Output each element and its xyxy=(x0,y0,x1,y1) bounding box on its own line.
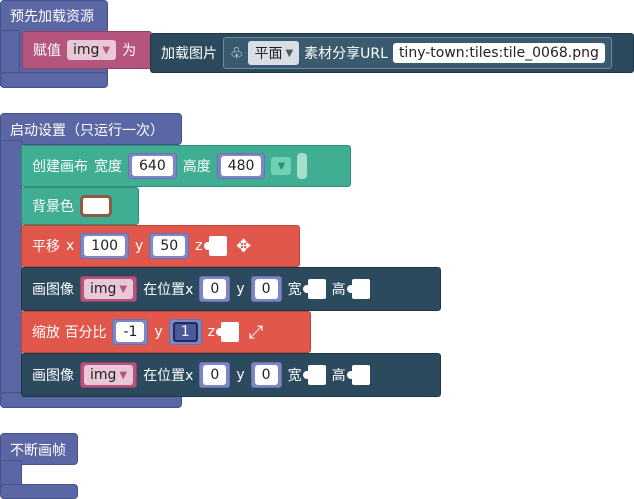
image-var-dropdown[interactable]: img ▼ xyxy=(84,365,134,385)
height-short-label: 高 xyxy=(331,282,346,298)
translate-x-slot[interactable]: 100 xyxy=(80,233,130,259)
color-swatch[interactable] xyxy=(80,195,112,217)
translate-label: 平移 xyxy=(32,239,60,255)
preload-hat-foot xyxy=(0,72,108,88)
var-dropdown[interactable]: img ▼ xyxy=(67,40,117,60)
empty-z-slot[interactable] xyxy=(203,236,227,256)
var-name: img xyxy=(73,42,100,58)
as-label: 为 xyxy=(122,43,137,59)
preload-hat-label: 预先加载资源 xyxy=(10,9,94,25)
width-input[interactable]: 640 xyxy=(132,156,173,176)
y-label: y xyxy=(154,324,163,340)
setup-hat-body xyxy=(0,140,22,402)
move-arrows-icon[interactable]: ✥ xyxy=(233,236,255,257)
renderer-slot[interactable] xyxy=(297,153,308,179)
pos-y-input[interactable]: 0 xyxy=(254,279,278,299)
tile-mode-dropdown[interactable]: 平面 ▼ xyxy=(248,41,300,65)
chevron-down-icon: ▼ xyxy=(102,44,111,56)
setup-hat-label: 启动设置（只运行一次） xyxy=(10,123,164,139)
draw-image-block-2[interactable]: 画图像 img ▼ 在位置x 0 y 0 宽 高 xyxy=(21,353,441,397)
image-var-name: img xyxy=(90,281,117,297)
translate-y-input[interactable]: 50 xyxy=(153,236,186,256)
load-image-label: 加载图片 xyxy=(161,46,217,62)
scale-label: 缩放 百分比 xyxy=(32,325,107,341)
y-label: y xyxy=(236,367,245,383)
draw-image-block-1[interactable]: 画图像 img ▼ 在位置x 0 y 0 宽 高 xyxy=(21,267,441,311)
image-var-name: img xyxy=(90,367,117,383)
scale-x-input[interactable]: -1 xyxy=(116,322,145,342)
pos-x-input[interactable]: 0 xyxy=(203,365,227,385)
loop-hat-foot xyxy=(0,484,78,499)
empty-height-slot[interactable] xyxy=(346,279,370,299)
empty-width-slot[interactable] xyxy=(302,365,326,385)
z-label: z xyxy=(195,238,203,254)
z-label: z xyxy=(207,324,215,340)
at-position-label: 在位置x xyxy=(143,368,194,384)
empty-z-slot[interactable] xyxy=(216,322,239,342)
scale-block[interactable]: 缩放 百分比 -1 y 1 z ⤢ xyxy=(21,311,311,353)
tile-mode-value: 平面 xyxy=(254,46,283,62)
translate-x-input[interactable]: 100 xyxy=(84,236,126,256)
pos-y-slot[interactable]: 0 xyxy=(250,276,282,302)
chevron-down-icon: ▼ xyxy=(119,283,128,295)
scale-y-input[interactable]: 1 xyxy=(172,322,198,342)
scale-x-slot[interactable]: -1 xyxy=(112,319,149,345)
pos-x-slot[interactable]: 0 xyxy=(199,362,231,388)
image-var-slot[interactable]: img ▼ xyxy=(80,362,138,388)
y-label: y xyxy=(236,281,245,297)
material-url-slot[interactable]: ♧ 平面 ▼ 素材分享URL tiny-town:tiles:tile_0068… xyxy=(223,37,612,69)
assign-block[interactable]: 赋值 img ▼ 为 xyxy=(22,31,152,69)
empty-height-slot[interactable] xyxy=(346,365,370,385)
assign-label: 赋值 xyxy=(33,43,61,59)
chevron-down-icon: ▼ xyxy=(285,47,294,59)
translate-y-slot[interactable]: 50 xyxy=(149,233,190,259)
material-label: 素材分享URL xyxy=(304,46,388,62)
create-canvas-block[interactable]: 创建画布 宽度 640 高度 480 ▼ xyxy=(21,145,351,187)
width-slot[interactable]: 640 xyxy=(128,153,177,179)
height-short-label: 高 xyxy=(331,368,346,384)
height-input[interactable]: 480 xyxy=(220,156,262,176)
pos-y-slot[interactable]: 0 xyxy=(250,362,282,388)
background-block[interactable]: 背景色 xyxy=(21,187,139,225)
width-label: 宽度 xyxy=(94,159,122,175)
draw-image-label: 画图像 xyxy=(32,282,74,298)
draw-image-label: 画图像 xyxy=(32,368,74,384)
scale-y-slot[interactable]: 1 xyxy=(168,319,202,345)
empty-width-slot[interactable] xyxy=(302,279,326,299)
chevron-down-icon[interactable]: ▼ xyxy=(271,157,292,175)
height-slot[interactable]: 480 xyxy=(216,153,266,179)
width-short-label: 宽 xyxy=(287,368,302,384)
y-label: y xyxy=(135,238,144,254)
translate-block[interactable]: 平移 x 100 y 50 z ✥ xyxy=(21,225,300,267)
load-image-block[interactable]: 加载图片 ♧ 平面 ▼ 素材分享URL tiny-town:tiles:tile… xyxy=(150,33,634,73)
pos-x-input[interactable]: 0 xyxy=(203,279,227,299)
loop-hat-label: 不断画帧 xyxy=(10,443,66,459)
create-canvas-label: 创建画布 xyxy=(32,159,88,175)
image-var-slot[interactable]: img ▼ xyxy=(80,276,138,302)
width-short-label: 宽 xyxy=(287,282,302,298)
expand-arrows-icon[interactable]: ⤢ xyxy=(245,322,267,343)
pos-x-slot[interactable]: 0 xyxy=(199,276,231,302)
x-label: x xyxy=(66,238,75,254)
at-position-label: 在位置x xyxy=(143,282,194,298)
height-label: 高度 xyxy=(182,159,211,175)
clover-icon: ♧ xyxy=(230,44,244,62)
background-label: 背景色 xyxy=(32,199,74,215)
pos-y-input[interactable]: 0 xyxy=(254,365,278,385)
image-var-dropdown[interactable]: img ▼ xyxy=(84,279,134,299)
chevron-down-icon: ▼ xyxy=(119,369,128,381)
url-field[interactable]: tiny-town:tiles:tile_0068.png xyxy=(392,43,605,63)
